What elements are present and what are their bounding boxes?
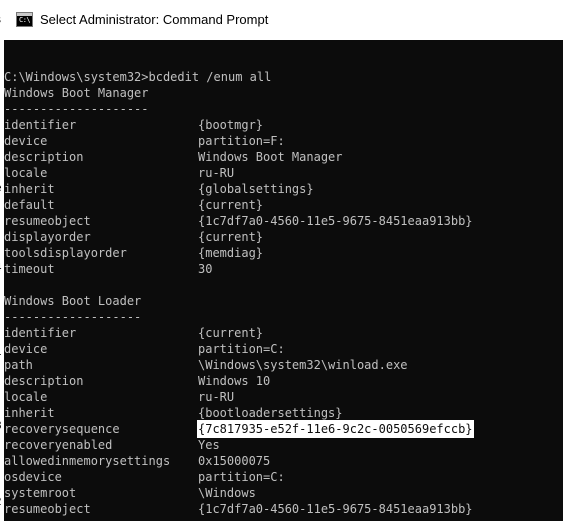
bcd-entry-key: allowedinmemorysettings [4,454,171,468]
bcd-entry-key: identifier [4,326,77,340]
bcd-entry-value: {bootloadersettings} [198,406,343,420]
bcd-entry-row: device partition=F: [4,133,285,149]
bcd-entry-value: partition=F: [198,134,285,148]
bcd-entry-row: timeout 30 [4,261,212,277]
bcd-entry-row: resumeobject {1c7df7a0-4560-11e5-9675-845… [4,213,473,229]
bcd-entry-row: default {current} [4,197,263,213]
bcd-entry-value: {1c7df7a0-4560-11e5-9675-8451eaa913bb} [198,214,473,228]
bcd-entry-value: Windows Boot Manager [198,150,343,164]
bcd-entry-value: {current} [198,326,264,340]
section-separator: ------------------- [4,309,141,325]
separator-text: -------------------- [4,102,149,116]
bcd-entry-value: ru-RU [198,390,235,404]
bcd-entry-value: Yes [198,438,220,452]
bcd-entry-row: recoveryenabled Yes [4,437,220,453]
bcd-entry-row: description Windows Boot Manager [4,149,343,165]
section-heading-text: Windows Boot Manager [4,86,149,100]
bcd-entry-row: path \Windows\system32\winload.exe [4,357,408,373]
bcd-entry-value: Windows 10 [198,374,271,388]
bcd-entry-key: default [4,198,55,212]
bcd-entry-value: partition=C: [198,470,285,484]
icon-prompt-glyph: C:\ [19,16,31,24]
bcd-entry-key: recoveryenabled [4,438,113,452]
bcd-entry-key: path [4,358,33,372]
bcd-entry-key: description [4,374,84,388]
bcd-entry-row: identifier {current} [4,325,263,341]
bcd-entry-key: resumeobject [4,502,91,516]
bcd-entry-key: inherit [4,406,55,420]
bcd-entry-value: \Windows [198,486,256,500]
bcd-entry-value: 30 [198,262,213,276]
bcd-entry-key: systemroot [4,486,77,500]
bcd-entry-value: {current} [198,230,264,244]
bcd-entry-row: systemroot \Windows [4,485,256,501]
bcd-entry-row: identifier {bootmgr} [4,117,263,133]
bcd-entry-value: \Windows\system32\winload.exe [198,358,408,372]
console-output: C:\Windows\system32>bcdedit /enum all Wi… [4,53,474,517]
bcd-entry-value: {1c7df7a0-4560-11e5-9675-8451eaa913bb} [198,502,473,516]
bcd-entry-key: device [4,134,48,148]
bcd-entry-value: ru-RU [198,166,235,180]
bcd-entry-key: resumeobject [4,214,91,228]
bcd-entry-row: description Windows 10 [4,373,270,389]
bcd-entry-value: {memdiag} [198,246,264,260]
bcd-entry-row: inherit {globalsettings} [4,181,314,197]
bcd-entry-row: resumeobject {1c7df7a0-4560-11e5-9675-845… [4,501,473,517]
section-heading: Windows Boot Manager [4,85,149,101]
bcd-entry-key: device [4,342,48,356]
bcd-entry-key: locale [4,166,48,180]
title-bar[interactable]: C:\ Select Administrator: Command Prompt [4,0,563,40]
bcd-entry-row: inherit {bootloadersettings} [4,405,343,421]
bcd-entry-row: displayorder {current} [4,229,263,245]
bcd-entry-key: timeout [4,262,55,276]
bcd-entry-row: locale ru-RU [4,165,234,181]
command-line: C:\Windows\system32>bcdedit /enum all [4,53,271,84]
cmd-app-icon[interactable]: C:\ [16,12,33,27]
bcd-entry-row: toolsdisplayorder {memdiag} [4,245,263,261]
section-heading: Windows Boot Loader [4,293,141,309]
bcd-entry-key: osdevice [4,470,62,484]
bcd-entry-key: description [4,150,84,164]
bcd-entry-value: {current} [198,198,264,212]
bcd-entry-key: displayorder [4,230,91,244]
bcd-entry-row: recoverysequence {7c817935-e52f-11e6-9c2c… [4,420,474,438]
console-area[interactable]: C:\Windows\system32>bcdedit /enum all Wi… [4,40,563,521]
bcd-entry-row: allowedinmemorysettings 0x15000075 [4,453,270,469]
section-separator: -------------------- [4,101,149,117]
bcd-entry-key: identifier [4,118,77,132]
bcd-entry-row: device partition=C: [4,341,285,357]
bcd-entry-key: inherit [4,182,55,196]
selected-bcd-entry-value[interactable]: {7c817935-e52f-11e6-9c2c-0050569efccb} [197,420,474,438]
window-title: Select Administrator: Command Prompt [40,12,269,27]
command-prompt-window: s e 4 1 8 2 C:\ Select Administrator: Co… [0,0,563,521]
bcd-entry-value: partition=C: [198,342,285,356]
bcd-entry-key: locale [4,390,48,404]
bcd-entry-value: 0x15000075 [198,454,271,468]
separator-text: ------------------- [4,310,142,324]
bcd-entry-key: recoverysequence [4,422,120,436]
section-heading-text: Windows Boot Loader [4,294,142,308]
bcd-entry-value: {bootmgr} [198,118,264,132]
bcd-entry-row: locale ru-RU [4,389,234,405]
bcd-entry-row: osdevice partition=C: [4,469,285,485]
bcd-entry-key: toolsdisplayorder [4,246,127,260]
bcd-entry-value: {globalsettings} [198,182,314,196]
